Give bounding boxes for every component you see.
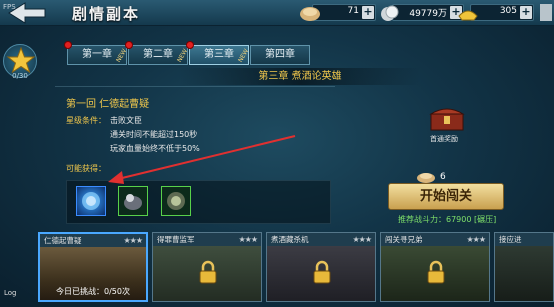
reward-item-blue-gem[interactable] (76, 186, 106, 216)
add-bread-button[interactable]: + (362, 6, 374, 19)
armor-icon (167, 192, 185, 210)
log-button[interactable]: Log (4, 289, 17, 297)
condition-label: 星级条件： (66, 116, 106, 125)
tab-chapter-2[interactable]: 第二章 NEW (125, 41, 189, 65)
star-count: 0/30 (12, 72, 28, 80)
bread-resource: 71 + (300, 4, 376, 21)
gold-ingot-icon (458, 10, 478, 21)
stamina-bread-icon (417, 173, 435, 183)
card-stars: ★★★ (466, 235, 485, 244)
card-stars: ★★★ (123, 236, 142, 245)
star-icon (6, 46, 36, 74)
first-clear-label: 首通奖励 (430, 135, 458, 143)
add-gold-button[interactable]: + (520, 6, 532, 19)
gem-icon (82, 192, 100, 210)
page-title: 剧情副本 (72, 5, 141, 23)
tab-label: 第二章 (143, 49, 173, 60)
silver-coin-icon (381, 5, 399, 21)
treasure-chest-button[interactable] (428, 104, 466, 132)
lock-icon (427, 260, 445, 284)
silver-resource: 49779万 + (381, 4, 464, 21)
gold-resource: 305 + (458, 4, 534, 21)
treasure-chest-icon (429, 108, 465, 131)
card-title: 接应进 (495, 233, 553, 246)
condition-1: 击败文臣 (110, 116, 142, 125)
red-dot-icon (64, 41, 72, 49)
level-name: 第一回 仁德起曹疑 (66, 99, 150, 110)
fps-label: FPS (3, 3, 16, 11)
level-card-3[interactable]: 煮酒藏杀机 ★★★ (266, 232, 376, 302)
level-card-2[interactable]: 得罪曹监军 ★★★ (152, 232, 262, 302)
recommended-power: 推荐战斗力：67900 [碾压] (398, 215, 497, 224)
silver-value: 49779万 (409, 9, 447, 19)
bread-value: 71 (347, 6, 359, 16)
tab-chapter-1[interactable]: 第一章 NEW (64, 41, 128, 65)
annotation-arrow-icon (108, 135, 296, 184)
level-scene-image (495, 246, 553, 301)
level-card-1[interactable]: 仁德起曹疑 ★★★ 今日已挑战：0/50次 (38, 232, 148, 302)
reward-item-mount[interactable] (118, 186, 148, 216)
tab-label: 第四章 (265, 49, 295, 60)
card-stars: ★★★ (238, 235, 257, 244)
scroll-edge (540, 4, 552, 21)
reward-item-armor[interactable] (161, 186, 191, 216)
level-card-4[interactable]: 闯关寻兄弟 ★★★ (380, 232, 490, 302)
level-card-5[interactable]: 接应进 (494, 232, 554, 302)
red-dot-icon (125, 41, 133, 49)
stamina-cost: 6 (440, 172, 446, 182)
red-dot-icon (186, 41, 194, 49)
bread-icon (300, 7, 320, 21)
mount-icon (124, 194, 142, 210)
tab-chapter-4[interactable]: 第四章 (250, 45, 310, 65)
tab-label: 第三章 (204, 49, 234, 60)
lock-icon (313, 260, 331, 284)
attempts-count: 今日已挑战：0/50次 (56, 287, 130, 296)
lock-icon (199, 260, 217, 284)
gold-value: 305 (499, 6, 517, 16)
card-stars: ★★★ (352, 235, 371, 244)
chapter-title: 第三章 煮酒论英雄 (180, 68, 420, 85)
tab-label: 第一章 (82, 49, 112, 60)
start-battle-button[interactable]: 开始闯关 (388, 183, 504, 210)
tab-chapter-3[interactable]: 第三章 NEW (186, 41, 250, 65)
